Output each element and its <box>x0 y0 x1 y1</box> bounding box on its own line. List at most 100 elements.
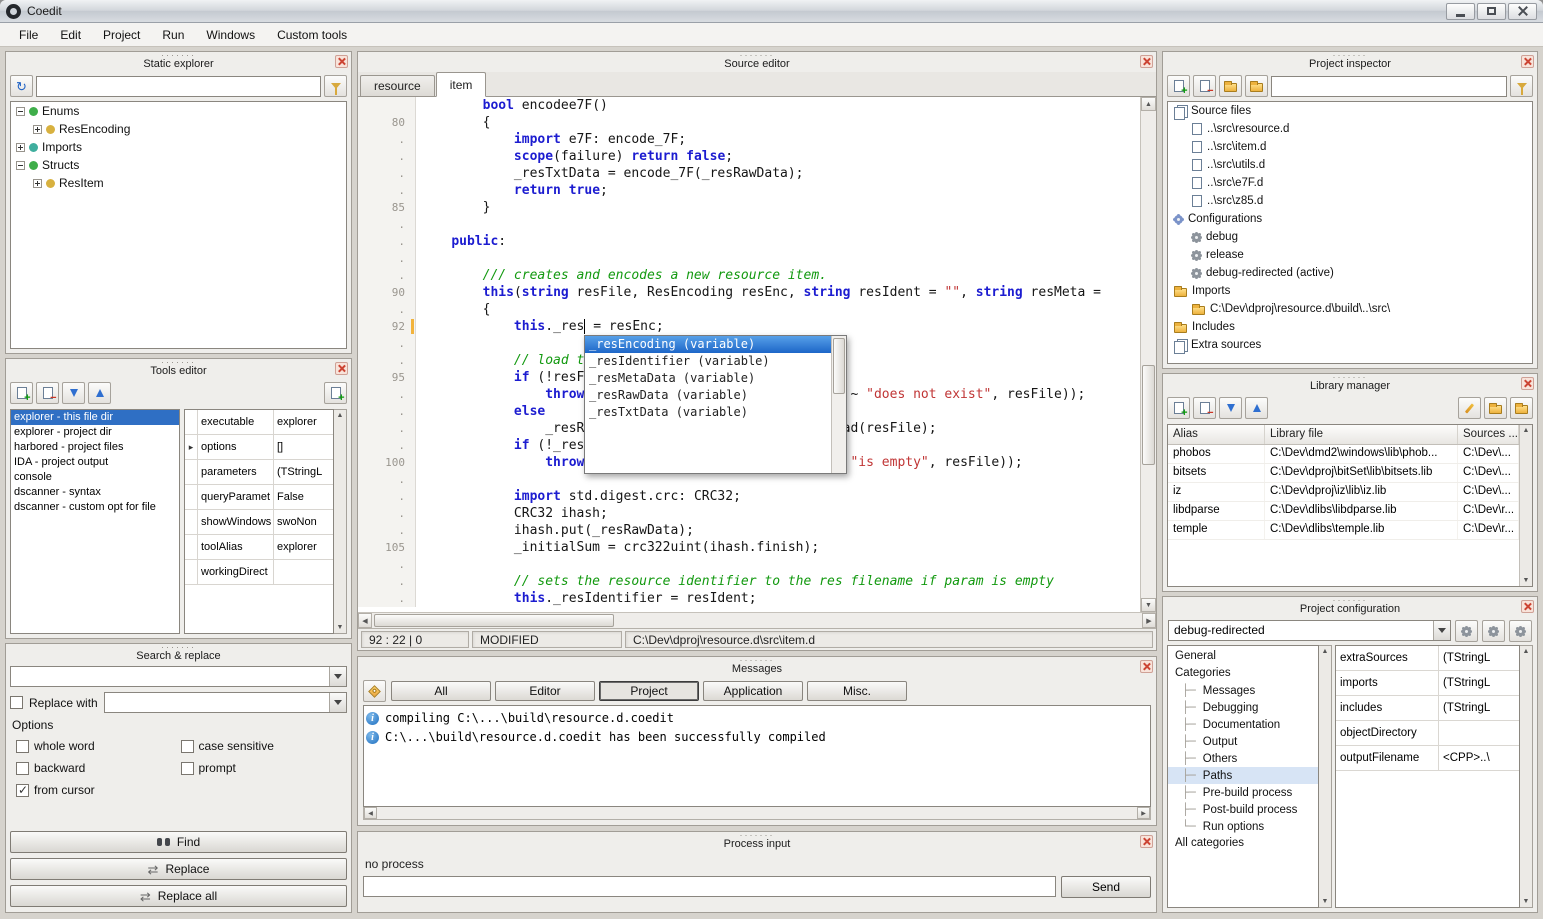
properties-scrollbar[interactable]: ▲▼ <box>1520 645 1533 908</box>
add-library-button[interactable] <box>1167 397 1190 419</box>
property-row-executable[interactable]: executableexplorer <box>185 410 333 435</box>
clone-configuration-button[interactable] <box>1482 620 1505 642</box>
property-value[interactable]: (TStringL <box>1439 646 1519 670</box>
case-sensitive-checkbox[interactable] <box>181 740 194 753</box>
categories-scrollbar[interactable]: ▲▼ <box>1319 645 1332 908</box>
property-row-workingdirect[interactable]: workingDirect <box>185 560 333 585</box>
clear-filter-button[interactable] <box>324 75 347 97</box>
scroll-up-icon[interactable]: ▲ <box>1141 97 1156 111</box>
expand-toggle-icon[interactable] <box>16 161 25 170</box>
scroll-right-icon[interactable]: ▶ <box>1137 807 1150 819</box>
code-line[interactable]: 92 this._res = resEnc; <box>358 318 1140 335</box>
config-property-extrasources[interactable]: extraSources(TStringL <box>1336 646 1519 671</box>
run-tool-button[interactable] <box>324 382 347 404</box>
add-library-folder-button[interactable] <box>1510 397 1533 419</box>
completion-item-restxtdata-variable[interactable]: _resTxtData (variable) <box>585 404 831 421</box>
refresh-button[interactable]: ↻ <box>10 75 33 97</box>
inspector-filter-input[interactable] <box>1271 76 1507 97</box>
inspector-item-c-dev-dproj-resource-d-build-src[interactable]: C:\Dev\dproj\resource.d\build\..\src\ <box>1168 300 1532 318</box>
property-value[interactable]: (TStringL <box>1439 671 1519 695</box>
tree-item-structs[interactable]: Structs <box>11 156 346 174</box>
expand-toggle-icon[interactable] <box>33 125 42 134</box>
editor-horizontal-scrollbar[interactable]: ◀ ▶ <box>358 612 1156 628</box>
replace-all-button[interactable]: ⇄Replace all <box>10 885 347 907</box>
tool-grid-scrollbar[interactable]: ▲▼ <box>334 409 347 634</box>
remove-configuration-button[interactable] <box>1509 620 1532 642</box>
category-others[interactable]: ├─ Others <box>1168 750 1318 767</box>
category-all-categories[interactable]: All categories <box>1168 835 1318 852</box>
property-value[interactable]: swoNon <box>274 510 333 534</box>
expand-toggle-icon[interactable] <box>16 107 25 116</box>
code-line[interactable]: 105 _initialSum = crc322uint(ihash.finis… <box>358 539 1140 556</box>
add-source-button[interactable] <box>1167 75 1190 97</box>
scroll-left-icon[interactable]: ◀ <box>364 807 377 819</box>
panel-close-button[interactable] <box>335 362 348 375</box>
open-folder-button[interactable] <box>1219 75 1242 97</box>
prompt-checkbox[interactable] <box>181 762 194 775</box>
inspector-item-extra-sources[interactable]: Extra sources <box>1168 336 1532 354</box>
menu-item-run[interactable]: Run <box>153 25 193 45</box>
scroll-thumb[interactable] <box>833 338 845 394</box>
message-category-button[interactable] <box>363 680 386 702</box>
config-property-outputfilename[interactable]: outputFilename<CPP>..\ <box>1336 746 1519 771</box>
completion-item-resencoding-variable[interactable]: _resEncoding (variable) <box>585 336 831 353</box>
menu-item-edit[interactable]: Edit <box>51 25 90 45</box>
add-folder-button[interactable] <box>1245 75 1268 97</box>
code-line[interactable]: . ihash.put(_resRawData); <box>358 522 1140 539</box>
category-documentation[interactable]: ├─ Documentation <box>1168 716 1318 733</box>
property-value[interactable]: explorer <box>274 410 333 434</box>
property-value[interactable]: <CPP>..\ <box>1439 746 1519 770</box>
menu-item-custom-tools[interactable]: Custom tools <box>268 25 356 45</box>
property-value[interactable]: [] <box>274 435 333 459</box>
filter-button-all[interactable]: All <box>391 681 491 701</box>
code-line[interactable]: bool encodee7F() <box>358 97 1140 114</box>
category-general[interactable]: General <box>1168 648 1318 665</box>
tree-item-resitem[interactable]: ResItem <box>11 174 346 192</box>
filter-button-misc[interactable]: Misc. <box>807 681 907 701</box>
panel-close-button[interactable] <box>1140 55 1153 68</box>
dropdown-button[interactable] <box>1433 621 1450 640</box>
inspector-item-src-utils-d[interactable]: ..\src\utils.d <box>1168 156 1532 174</box>
property-row-parameters[interactable]: parameters(TStringL <box>185 460 333 485</box>
search-term-combo[interactable] <box>10 666 347 687</box>
column-header-library-file[interactable]: Library file <box>1265 425 1458 444</box>
library-table-scrollbar[interactable]: ▲▼ <box>1519 425 1532 586</box>
backward-checkbox[interactable] <box>16 762 29 775</box>
process-input-field[interactable] <box>363 876 1056 897</box>
code-line[interactable]: . <box>358 250 1140 267</box>
dropdown-button[interactable] <box>329 693 346 712</box>
inspector-item-release[interactable]: release <box>1168 246 1532 264</box>
property-value[interactable]: False <box>274 485 333 509</box>
column-header-sources[interactable]: Sources ... <box>1458 425 1519 444</box>
whole-word-checkbox[interactable] <box>16 740 29 753</box>
replace-term-combo[interactable] <box>104 692 347 713</box>
code-line[interactable]: . <box>358 556 1140 573</box>
inspector-item-source-files[interactable]: Source files <box>1168 102 1532 120</box>
property-value[interactable]: (TStringL <box>274 460 333 484</box>
code-line[interactable]: . import std.digest.crc: CRC32; <box>358 488 1140 505</box>
code-line[interactable]: . public: <box>358 233 1140 250</box>
panel-close-button[interactable] <box>1521 55 1534 68</box>
category-debugging[interactable]: ├─ Debugging <box>1168 699 1318 716</box>
tree-item-enums[interactable]: Enums <box>11 102 346 120</box>
code-line[interactable]: . scope(failure) return false; <box>358 148 1140 165</box>
option-backward[interactable]: backward <box>16 761 177 775</box>
minimize-button[interactable] <box>1446 3 1475 20</box>
code-line[interactable]: 80 { <box>358 114 1140 131</box>
scroll-left-icon[interactable]: ◀ <box>358 613 372 628</box>
category-pre-build-process[interactable]: ├─ Pre-build process <box>1168 784 1318 801</box>
message-line[interactable]: icompiling C:\...\build\resource.d.coedi… <box>366 709 1148 728</box>
category-post-build-process[interactable]: ├─ Post-build process <box>1168 801 1318 818</box>
move-tool-up-button[interactable] <box>88 382 111 404</box>
close-button[interactable] <box>1508 3 1537 20</box>
remove-library-button[interactable] <box>1193 397 1216 419</box>
code-line[interactable]: . <box>358 216 1140 233</box>
panel-close-button[interactable] <box>335 55 348 68</box>
tool-item-dscanner-syntax[interactable]: dscanner - syntax <box>11 485 179 500</box>
maximize-button[interactable] <box>1477 3 1506 20</box>
library-row-iz[interactable]: izC:\Dev\dproj\iz\lib\iz.libC:\Dev\... <box>1168 483 1519 502</box>
from-cursor-checkbox[interactable] <box>16 784 29 797</box>
library-row-temple[interactable]: templeC:\Dev\dlibs\temple.libC:\Dev\r... <box>1168 521 1519 540</box>
messages-scrollbar[interactable]: ◀ ▶ <box>363 807 1151 820</box>
option-case-sensitive[interactable]: case sensitive <box>181 739 342 753</box>
